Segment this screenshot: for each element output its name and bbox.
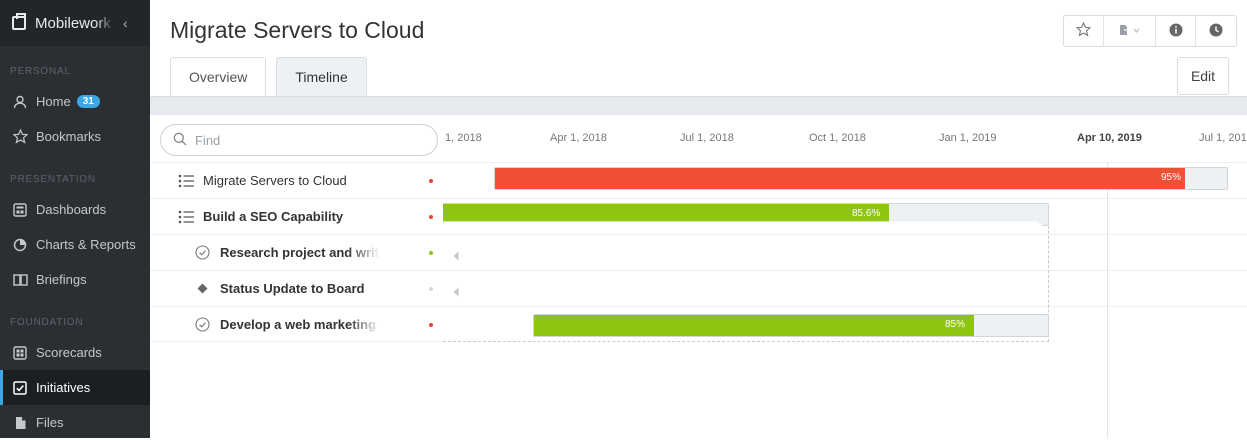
row-divider xyxy=(443,162,1247,163)
status-dot xyxy=(429,287,433,291)
user-icon xyxy=(12,94,28,110)
sidebar-item-home[interactable]: Home 31 xyxy=(0,84,150,119)
initiative-list-icon xyxy=(178,210,195,224)
status-dot xyxy=(429,251,433,255)
main-content: Migrate Servers to Cloud Overview Timeli… xyxy=(150,0,1247,438)
status-dot xyxy=(429,323,433,327)
sidebar-item-label: Briefings xyxy=(36,272,87,287)
collapse-sidebar-icon[interactable]: ‹ xyxy=(123,15,128,31)
task-name: Research project and write a xyxy=(220,245,380,260)
scorecard-icon xyxy=(12,345,28,361)
task-row-research-project[interactable]: Research project and write a xyxy=(150,234,443,270)
axis-tick: 1, 2018 xyxy=(445,132,482,144)
axis-tick: Jan 1, 2019 xyxy=(939,132,997,144)
dashboard-icon xyxy=(12,202,28,218)
task-list: Migrate Servers to Cloud Build a SEO Cap… xyxy=(150,162,443,342)
milestone-diamond-icon xyxy=(197,283,208,294)
task-row-migrate-servers[interactable]: Migrate Servers to Cloud xyxy=(150,162,443,198)
today-marker-line xyxy=(1107,162,1108,438)
status-dot xyxy=(429,179,433,183)
star-icon xyxy=(12,129,28,145)
status-dot xyxy=(429,215,433,219)
axis-tick: Oct 1, 2018 xyxy=(809,132,866,144)
task-row-status-update[interactable]: Status Update to Board xyxy=(150,270,443,306)
sidebar-item-files[interactable]: Files xyxy=(0,405,150,440)
progress-label: 85.6% xyxy=(852,208,881,219)
task-row-build-seo[interactable]: Build a SEO Capability xyxy=(150,198,443,234)
section-presentation: PRESENTATION xyxy=(10,174,96,185)
progress-fill xyxy=(443,204,889,225)
sidebar-item-label: Scorecards xyxy=(36,345,102,360)
axis-tick: Jul 1, 2018 xyxy=(680,132,734,144)
share-icon xyxy=(1119,23,1141,39)
sidebar-item-scorecards[interactable]: Scorecards xyxy=(0,335,150,370)
info-button[interactable] xyxy=(1156,16,1196,46)
sidebar-item-bookmarks[interactable]: Bookmarks xyxy=(0,119,150,154)
search-field[interactable] xyxy=(160,124,438,156)
search-icon xyxy=(173,132,187,149)
sidebar-item-label: Charts & Reports xyxy=(36,237,136,252)
sidebar-item-briefings[interactable]: Briefings xyxy=(0,262,150,297)
bookmark-button[interactable] xyxy=(1064,16,1104,46)
progress-label: 95% xyxy=(1161,172,1182,183)
clock-icon xyxy=(1209,23,1223,40)
toolbar xyxy=(1063,15,1237,47)
gantt-bar-build-seo[interactable]: 85.6% xyxy=(443,203,1049,226)
briefcase-icon xyxy=(12,13,26,30)
star-icon xyxy=(1075,21,1092,40)
sidebar: Mobilework ‹ PERSONAL Home 31 Bookmarks … xyxy=(0,0,150,438)
axis-tick: Apr 1, 2018 xyxy=(550,132,607,144)
timeline-axis: 1, 2018 Apr 1, 2018 Jul 1, 2018 Oct 1, 2… xyxy=(443,115,1247,162)
gantt-bar-migrate-servers[interactable]: 95% xyxy=(494,167,1228,190)
section-foundation: FOUNDATION xyxy=(10,317,84,328)
sidebar-item-dashboards[interactable]: Dashboards xyxy=(0,192,150,227)
task-name: Build a SEO Capability xyxy=(203,209,344,224)
edit-button[interactable]: Edit xyxy=(1177,57,1229,95)
initiative-list-icon xyxy=(178,174,195,188)
sidebar-item-label: Initiatives xyxy=(36,380,91,395)
progress-fill xyxy=(534,315,974,336)
tab-bar: Overview Timeline xyxy=(170,57,377,96)
search-input[interactable] xyxy=(195,132,395,148)
book-icon xyxy=(12,272,28,288)
axis-tick-today: Apr 10, 2019 xyxy=(1077,132,1142,144)
sidebar-item-label: Bookmarks xyxy=(36,129,102,144)
task-row-develop-web-marketing[interactable]: Develop a web marketing tea xyxy=(150,306,443,342)
tab-timeline[interactable]: Timeline xyxy=(276,57,367,96)
sidebar-item-label: Dashboards xyxy=(36,202,107,217)
share-button[interactable] xyxy=(1104,16,1156,46)
sidebar-item-charts-reports[interactable]: Charts & Reports xyxy=(0,227,150,262)
home-count-badge: 31 xyxy=(76,95,100,108)
app-name: Mobilework xyxy=(35,14,111,32)
progress-fill xyxy=(495,168,1185,189)
gantt-bar-develop-web-marketing[interactable]: 85% xyxy=(533,314,1049,337)
sidebar-item-initiatives[interactable]: Initiatives xyxy=(0,370,150,405)
axis-tick: Jul 1, 2019 xyxy=(1199,132,1247,144)
offscreen-left-arrow-icon[interactable] xyxy=(453,284,459,302)
section-personal: PERSONAL xyxy=(10,66,71,77)
timeline-header-band xyxy=(150,96,1247,115)
sidebar-item-label: Home xyxy=(36,94,71,109)
progress-label: 85% xyxy=(945,319,966,330)
task-name: Migrate Servers to Cloud xyxy=(203,173,347,188)
sidebar-item-label: Files xyxy=(36,415,64,430)
tab-overview[interactable]: Overview xyxy=(170,57,267,96)
pie-chart-icon xyxy=(12,237,28,253)
check-circle-icon xyxy=(195,245,210,260)
task-name: Develop a web marketing tea xyxy=(220,316,380,332)
page-title: Migrate Servers to Cloud xyxy=(170,17,425,43)
gantt-timeline[interactable]: 1, 2018 Apr 1, 2018 Jul 1, 2018 Oct 1, 2… xyxy=(443,115,1247,438)
sidebar-header: Mobilework ‹ xyxy=(0,0,150,46)
row-divider xyxy=(443,198,1247,199)
file-icon xyxy=(12,415,28,431)
task-name: Status Update to Board xyxy=(220,281,365,296)
offscreen-left-arrow-icon[interactable] xyxy=(453,248,459,266)
checkbox-icon xyxy=(12,380,28,396)
history-button[interactable] xyxy=(1196,16,1236,46)
check-circle-icon xyxy=(195,316,210,332)
info-icon xyxy=(1169,23,1183,40)
